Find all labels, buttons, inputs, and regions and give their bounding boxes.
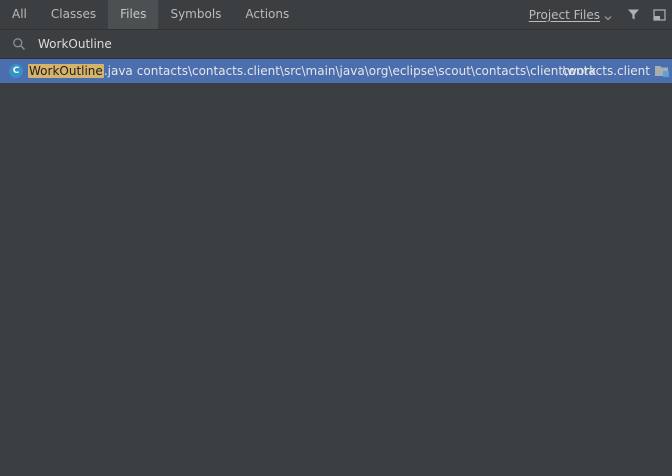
results-list: C WorkOutline.java contacts\contacts.cli… [0,59,672,476]
result-path: contacts\contacts.client\src\main\java\o… [136,64,597,78]
result-match-highlight: WorkOutline [28,64,104,78]
class-icon: C [9,64,23,78]
tab-files[interactable]: Files [108,0,159,29]
folder-icon [654,64,670,78]
search-input[interactable] [38,34,672,54]
window-icon[interactable] [646,0,672,29]
result-extension: .java [103,64,133,78]
result-row[interactable]: C WorkOutline.java contacts\contacts.cli… [0,59,672,83]
scope-label: Project Files [528,7,600,22]
search-everywhere-popup: All Classes Files Symbols Actions Projec… [0,0,672,476]
tab-bar: All Classes Files Symbols Actions Projec… [0,0,672,30]
filter-icon[interactable] [620,0,646,29]
search-icon [12,37,26,51]
tab-all[interactable]: All [0,0,39,29]
tab-classes[interactable]: Classes [39,0,108,29]
search-row [0,30,672,59]
tab-symbols[interactable]: Symbols [158,0,233,29]
chevron-down-icon [604,11,612,20]
scope-dropdown[interactable]: Project Files [529,8,612,22]
result-module: contacts.client [562,64,650,78]
result-filename: WorkOutline.java [28,64,133,78]
tabbar-right-controls: Project Files [529,0,672,29]
tab-actions[interactable]: Actions [233,0,301,29]
